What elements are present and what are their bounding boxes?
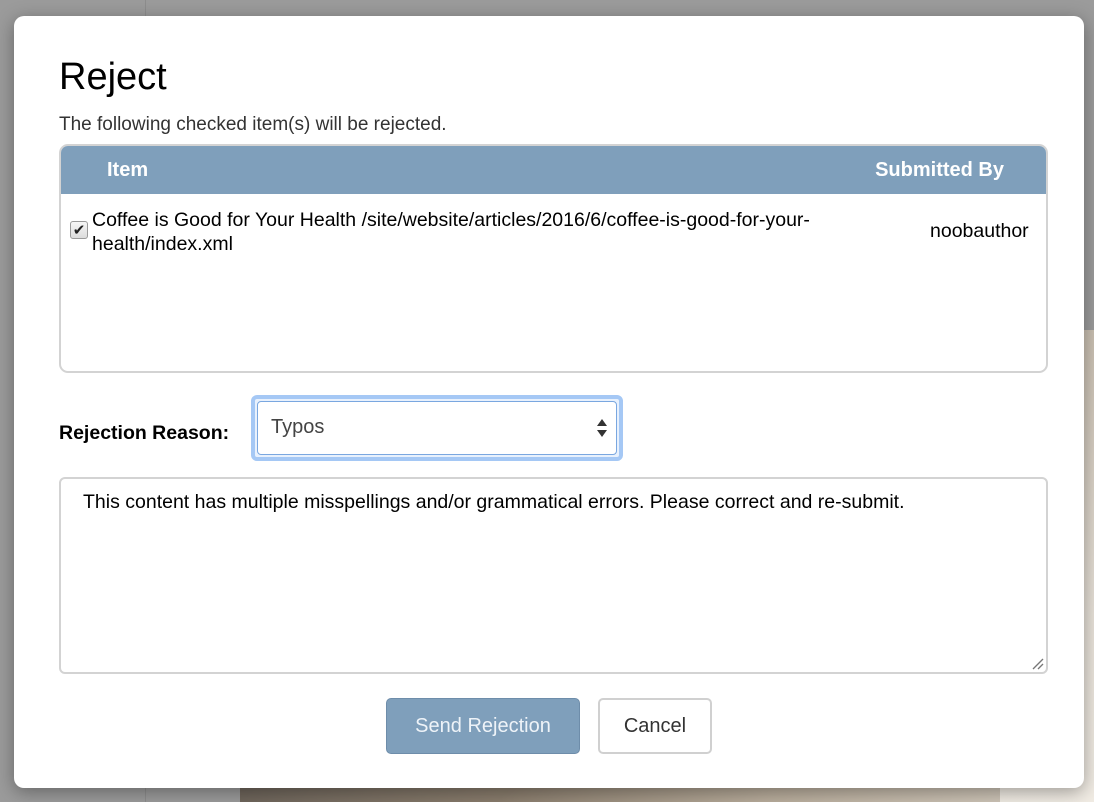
- rejection-reason-select-box[interactable]: Typos: [257, 401, 617, 455]
- rejection-reason-label: Rejection Reason:: [59, 422, 230, 444]
- rejection-message-text: This content has multiple misspellings a…: [83, 491, 905, 513]
- rejection-reason-value: Typos: [271, 416, 325, 438]
- rejection-reason-select[interactable]: Typos: [251, 395, 623, 461]
- rejection-message-textarea[interactable]: This content has multiple misspellings a…: [59, 477, 1048, 674]
- checkmark-icon: ✔: [72, 222, 86, 239]
- reject-dialog: Reject The following checked item(s) wil…: [14, 16, 1084, 788]
- items-table: Item Submitted By ✔ Coffee is Good for Y…: [59, 144, 1048, 373]
- cancel-button[interactable]: Cancel: [598, 698, 712, 754]
- column-header-item: Item: [107, 159, 149, 181]
- resize-grip-icon[interactable]: [1030, 656, 1044, 670]
- dialog-subtitle: The following checked item(s) will be re…: [59, 114, 447, 135]
- select-arrows-icon: [597, 419, 607, 437]
- column-header-submitted-by: Submitted By: [875, 159, 1004, 181]
- item-checkbox[interactable]: ✔: [70, 221, 88, 239]
- dialog-title: Reject: [59, 56, 167, 98]
- table-row: ✔ Coffee is Good for Your Health /site/w…: [61, 194, 1046, 264]
- item-path: Coffee is Good for Your Health /site/web…: [92, 209, 810, 255]
- table-header: Item Submitted By: [61, 146, 1046, 194]
- send-rejection-button[interactable]: Send Rejection: [386, 698, 580, 754]
- item-submitted-by: noobauthor: [930, 220, 1029, 242]
